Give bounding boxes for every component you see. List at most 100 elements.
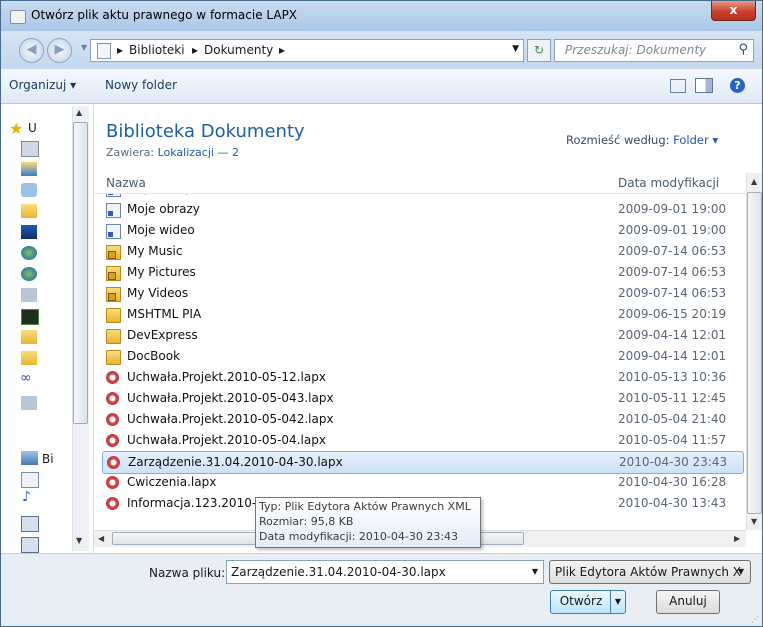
dialog-footer: Nazwa pliku: Zarządzenie.31.04.2010-04-3… <box>1 553 762 626</box>
favorites-star-icon[interactable]: ★ <box>9 119 23 138</box>
list-item[interactable]: Zarządzenie.31.04.2010-04-30.lapx 2010-04… <box>102 451 744 474</box>
back-button[interactable]: ◀ <box>19 38 44 63</box>
locations-link[interactable]: Lokalizacji — 2 <box>158 146 239 159</box>
filetype-dropdown-icon[interactable]: ▼ <box>738 567 744 576</box>
shortcut-icon <box>106 224 121 239</box>
cancel-button[interactable]: Anuluj <box>656 590 720 614</box>
network-places-icon[interactable] <box>21 183 37 197</box>
scroll-up-icon[interactable]: ▲ <box>76 108 82 117</box>
scroll-down-icon[interactable]: ▼ <box>751 517 757 526</box>
desktop-icon[interactable] <box>21 141 39 157</box>
address-dropdown-icon[interactable]: ▼ <box>512 44 519 54</box>
document-icon[interactable] <box>21 396 37 410</box>
column-date-header[interactable]: Data modyfikacji <box>618 176 719 190</box>
downloads-icon[interactable] <box>21 162 37 176</box>
list-item[interactable]: Uchwała.Projekt.2010-05-043.lapx 2010-05-… <box>102 388 742 409</box>
list-item[interactable]: My Pictures 2009-07-14 06:53 <box>102 262 742 283</box>
column-name-header[interactable]: Nazwa <box>106 176 146 190</box>
folder-icon <box>106 308 121 323</box>
file-name: DocBook <box>127 349 181 363</box>
breadcrumb-documents[interactable]: Dokumenty <box>204 43 273 57</box>
file-list-scrollbar-thumb[interactable] <box>747 192 762 514</box>
videos-library-icon[interactable] <box>21 537 39 553</box>
documents-library-icon[interactable] <box>21 472 39 488</box>
title-bar[interactable]: Otwórz plik aktu prawnego w formacie LAP… <box>1 1 762 31</box>
folder-icon[interactable] <box>21 204 37 218</box>
breadcrumb[interactable]: ▸ Biblioteki ▸ Dokumenty ▸ ▼ <box>90 39 524 62</box>
organize-button[interactable]: Organizuj ▾ <box>9 78 76 92</box>
document-icon[interactable] <box>21 288 37 302</box>
file-date: 2010-04-30 23:43 <box>619 455 728 469</box>
folder-icon[interactable] <box>21 351 37 365</box>
help-icon[interactable]: ? <box>730 78 745 93</box>
list-item[interactable]: Uchwała.Projekt.2010-05-12.lapx 2010-05-1… <box>102 367 742 388</box>
breadcrumb-libraries[interactable]: Biblioteki <box>129 43 185 57</box>
arrange-by-dropdown[interactable]: Folder ▾ <box>673 133 718 147</box>
resize-grip-icon[interactable]: ⋰ <box>751 615 759 624</box>
scroll-up-icon[interactable]: ▲ <box>751 177 757 186</box>
view-options-icon[interactable] <box>670 79 686 93</box>
list-item[interactable]: My Videos 2009-07-14 06:53 <box>102 283 742 304</box>
chevron-right-icon[interactable]: ▸ <box>192 43 198 57</box>
file-date: 2009-06-15 20:19 <box>618 307 727 321</box>
list-item[interactable]: My Music 2009-07-14 06:53 <box>102 241 742 262</box>
libraries-icon[interactable] <box>21 451 38 465</box>
infinity-icon[interactable]: ∞ <box>20 370 32 386</box>
nav-scrollbar-thumb[interactable] <box>73 122 88 424</box>
shortcut-icon <box>106 203 121 218</box>
scroll-down-icon[interactable]: ▼ <box>76 536 82 545</box>
list-item[interactable]: MSHTML PIA 2009-06-15 20:19 <box>102 304 742 325</box>
open-options-dropdown-icon[interactable]: ▼ <box>610 591 625 613</box>
nav-favorites-label[interactable]: U <box>28 121 37 135</box>
filename-dropdown-icon[interactable]: ▼ <box>532 567 538 576</box>
forward-button[interactable]: ▶ <box>47 38 72 63</box>
list-item[interactable]: Uchwała.Projekt.2010-05-04.lapx 2010-05-0… <box>102 430 742 451</box>
tooltip-type: Typ: Plik Edytora Aktów Prawnych XML <box>259 500 471 513</box>
chevron-right-icon[interactable]: ▸ <box>279 43 285 57</box>
globe-icon[interactable] <box>21 267 37 281</box>
file-date: 2009-09-01 19:00 <box>618 223 727 237</box>
file-name: Uchwała.Projekt.2010-05-042.lapx <box>127 412 334 426</box>
scroll-left-icon[interactable]: ◀ <box>98 534 104 543</box>
refresh-button[interactable]: ↻ <box>527 39 551 62</box>
file-date: 2010-05-11 12:45 <box>618 391 727 405</box>
file-name: Informacja.123.2010-04 <box>127 496 272 510</box>
list-item[interactable]: Moje wideo 2009-09-01 19:00 <box>102 220 742 241</box>
screen-icon[interactable] <box>21 225 37 239</box>
shortcut-icon <box>106 194 121 197</box>
list-item[interactable]: Uchwała.Projekt.2010-05-042.lapx 2010-05-… <box>102 409 742 430</box>
file-date: 2009-04-14 12:01 <box>618 349 727 363</box>
nav-libraries-label[interactable]: Bi <box>42 452 54 466</box>
filetype-select[interactable]: Plik Edytora Aktów Prawnych X ▼ <box>549 560 751 584</box>
file-list: Moja muzyka 2009-09-01 19:00 Moje obrazy… <box>94 194 746 530</box>
search-input[interactable]: Przeszukaj: Dokumenty ⚲ <box>554 39 754 62</box>
window-title: Otwórz plik aktu prawnego w formacie LAP… <box>31 8 298 22</box>
file-tooltip: Typ: Plik Edytora Aktów Prawnych XML Roz… <box>255 497 481 548</box>
open-button[interactable]: Otwórz ▼ <box>550 590 626 614</box>
new-folder-button[interactable]: Nowy folder <box>105 78 177 92</box>
filename-input[interactable]: Zarządzenie.31.04.2010-04-30.lapx ▼ <box>226 560 544 584</box>
folder-icon[interactable] <box>21 330 37 344</box>
pictures-library-icon[interactable] <box>21 516 39 532</box>
file-date: 2009-07-14 06:53 <box>618 286 727 300</box>
scroll-right-icon[interactable]: ▶ <box>734 534 740 543</box>
console-icon[interactable] <box>21 309 39 325</box>
music-library-icon[interactable]: ♪ <box>22 489 31 505</box>
file-name: Moje wideo <box>127 223 195 237</box>
preview-pane-icon[interactable] <box>695 78 713 93</box>
list-item[interactable]: Cwiczenia.lapx 2010-04-30 16:28 <box>102 472 742 493</box>
close-button[interactable]: x <box>711 1 756 21</box>
search-icon[interactable]: ⚲ <box>738 42 748 57</box>
file-name: My Videos <box>127 286 189 300</box>
list-item[interactable]: Moje obrazy 2009-09-01 19:00 <box>102 199 742 220</box>
locked-folder-icon <box>106 287 121 302</box>
locked-folder-icon <box>106 245 121 260</box>
file-list-pane: Biblioteka Dokumenty Zawiera: Lokalizacj… <box>94 104 762 553</box>
list-item[interactable]: DocBook 2009-04-14 12:01 <box>102 346 742 367</box>
file-date: 2009-07-14 06:53 <box>618 244 727 258</box>
list-item[interactable]: DevExpress 2009-04-14 12:01 <box>102 325 742 346</box>
chevron-right-icon[interactable]: ▸ <box>117 43 123 57</box>
globe-icon[interactable] <box>21 246 37 260</box>
history-dropdown-icon[interactable]: ▼ <box>81 43 87 52</box>
library-title: Biblioteka Dokumenty <box>106 121 305 142</box>
